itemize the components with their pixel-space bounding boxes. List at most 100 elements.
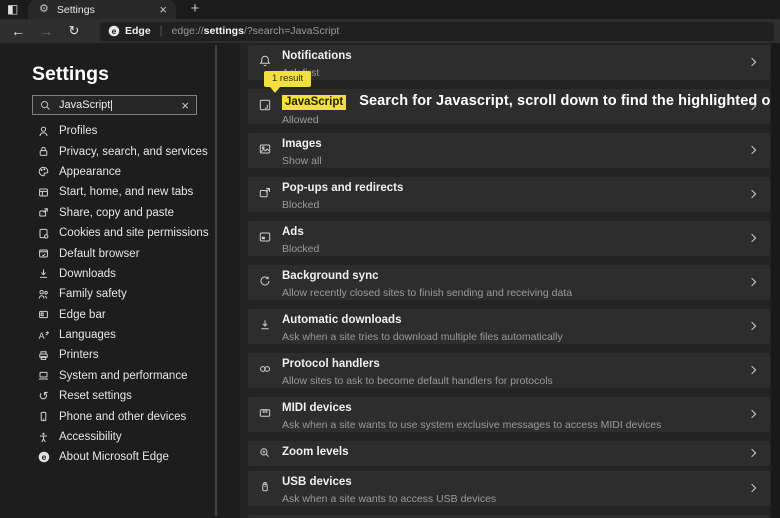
sidebar-item-phone-devices[interactable]: Phone and other devices (0, 406, 212, 426)
row-automatic-downloads[interactable]: Automatic downloads Ask when a site trie… (248, 309, 770, 344)
download-icon (258, 318, 272, 332)
sidebar-scrollbar[interactable] (215, 45, 217, 516)
sidebar-item-printers[interactable]: Printers (0, 345, 212, 365)
forward-button: → (36, 22, 56, 40)
row-subtitle: Ask when a site tries to download multip… (282, 331, 740, 343)
sidebar-item-about-edge[interactable]: e About Microsoft Edge (0, 447, 212, 467)
row-background-sync[interactable]: Background sync Allow recently closed si… (248, 265, 770, 300)
bell-icon (258, 54, 272, 68)
tab-title: Settings (57, 4, 160, 16)
row-ads[interactable]: Ads Blocked (248, 221, 770, 256)
row-title: Protocol handlers (282, 358, 740, 371)
chevron-right-icon (748, 234, 756, 242)
row-title: Automatic downloads (282, 314, 740, 327)
row-usb-devices[interactable]: USB devices Ask when a site wants to acc… (248, 471, 770, 506)
image-icon (258, 142, 272, 156)
row-zoom-levels[interactable]: Zoom levels (248, 441, 770, 466)
sidebar-item-label: Family safety (59, 288, 127, 300)
sidebar-item-label: Languages (59, 329, 116, 341)
instruction-annotation: Search for Javascript, scroll down to fi… (359, 93, 780, 109)
address-bar[interactable]: e Edge | edge://settings/?search=JavaScr… (100, 22, 774, 41)
highlighted-search-match: JavaScript (282, 95, 346, 110)
sidebar-item-start-home[interactable]: Start, home, and new tabs (0, 182, 212, 202)
chevron-right-icon (748, 146, 756, 154)
row-title: Background sync (282, 270, 740, 283)
ads-icon (258, 230, 272, 244)
row-midi-devices[interactable]: MIDI devices Ask when a site wants to us… (248, 397, 770, 432)
chevron-right-icon (748, 190, 756, 198)
chevron-right-icon (748, 449, 756, 457)
text-caret (111, 100, 112, 111)
row-subtitle: Allowed (282, 114, 740, 126)
row-title: Images (282, 138, 740, 151)
chevron-right-icon (748, 58, 756, 66)
sidebar-item-system-performance[interactable]: System and performance (0, 366, 212, 386)
links-icon (258, 362, 272, 376)
window-menu-icon[interactable]: ◧ (7, 1, 18, 18)
sidebar-item-default-browser[interactable]: Default browser (0, 243, 212, 263)
svg-text:e: e (112, 26, 117, 36)
person-icon (37, 125, 50, 138)
edge-badge-label: Edge (125, 25, 151, 37)
sidebar-item-reset-settings[interactable]: ↺ Reset settings (0, 386, 212, 406)
edge-bar-icon (37, 308, 50, 321)
url-prefix: edge:// (172, 25, 204, 37)
phone-icon (37, 410, 50, 423)
sidebar-item-family-safety[interactable]: Family safety (0, 284, 212, 304)
browser-check-icon (37, 247, 50, 260)
printer-icon (37, 349, 50, 362)
row-subtitle: Ask first (282, 67, 740, 79)
sidebar-item-cookies-permissions[interactable]: Cookies and site permissions (0, 223, 212, 243)
popup-icon (258, 186, 272, 200)
row-subtitle: Blocked (282, 199, 740, 211)
row-protocol-handlers[interactable]: Protocol handlers Allow sites to ask to … (248, 353, 770, 388)
javascript-icon (258, 98, 272, 112)
zoom-icon (258, 446, 272, 460)
sidebar-item-privacy[interactable]: Privacy, search, and services (0, 141, 212, 161)
sidebar-item-label: Start, home, and new tabs (59, 186, 193, 198)
browser-tab-settings[interactable]: ⚙ Settings × (28, 0, 176, 19)
row-notifications[interactable]: Notifications Ask first (248, 45, 770, 80)
settings-sidebar: Settings JavaScript × Profiles Privacy, … (0, 43, 240, 518)
settings-search-input[interactable]: JavaScript × (32, 95, 197, 115)
languages-icon: A (37, 329, 50, 342)
sidebar-item-profiles[interactable]: Profiles (0, 121, 212, 141)
row-title: Pop-ups and redirects (282, 182, 740, 195)
sync-icon (258, 274, 272, 288)
sidebar-item-label: Edge bar (59, 309, 106, 321)
row-images[interactable]: Images Show all (248, 133, 770, 168)
sidebar-item-label: Downloads (59, 268, 116, 280)
reset-icon: ↺ (37, 390, 50, 403)
clear-search-icon[interactable]: × (181, 99, 189, 112)
sidebar-item-languages[interactable]: A Languages (0, 325, 212, 345)
sidebar-item-label: Default browser (59, 248, 140, 260)
chevron-right-icon (748, 484, 756, 492)
chevron-right-icon (748, 278, 756, 286)
row-subtitle: Show all (282, 155, 740, 167)
sidebar-item-downloads[interactable]: Downloads (0, 264, 212, 284)
document-gear-icon (37, 227, 50, 240)
url-suffix: /?search=JavaScript (244, 25, 339, 37)
search-icon (40, 100, 51, 111)
sidebar-item-label: Profiles (59, 125, 97, 137)
midi-icon (258, 406, 272, 420)
sidebar-item-share-copy[interactable]: Share, copy and paste (0, 203, 212, 223)
row-subtitle: Allow recently closed sites to finish se… (282, 287, 740, 299)
tab-close-icon[interactable]: × (159, 3, 167, 16)
sidebar-item-edge-bar[interactable]: Edge bar (0, 305, 212, 325)
new-tab-button[interactable]: + (186, 0, 204, 19)
back-button[interactable]: ← (8, 22, 28, 40)
reload-button[interactable]: ↻ (64, 22, 84, 40)
laptop-icon (37, 369, 50, 382)
sidebar-item-label: Cookies and site permissions (59, 227, 209, 239)
row-popups[interactable]: Pop-ups and redirects Blocked (248, 177, 770, 212)
sidebar-item-appearance[interactable]: Appearance (0, 162, 212, 182)
sidebar-item-accessibility[interactable]: Accessibility (0, 427, 212, 447)
sidebar-item-label: Appearance (59, 166, 121, 178)
browser-toolbar: ← → ↻ e Edge | edge://settings/?search=J… (0, 19, 780, 43)
chevron-right-icon (748, 410, 756, 418)
row-javascript[interactable]: JavaScript Search for Javascript, scroll… (248, 89, 770, 124)
tab-strip: ◧ ⚙ Settings × + (0, 0, 780, 19)
row-subtitle: Ask when a site wants to access USB devi… (282, 493, 740, 505)
content-scrollbar[interactable] (771, 43, 780, 518)
